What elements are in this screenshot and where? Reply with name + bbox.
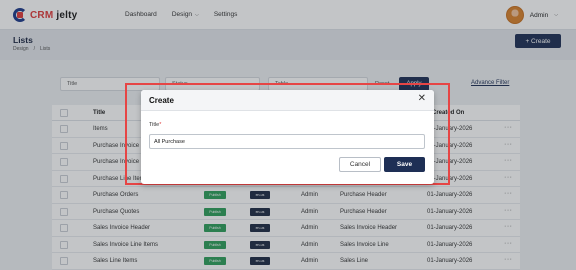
create-dialog: Create ✕ Title* Cancel Save xyxy=(141,90,434,184)
title-input[interactable] xyxy=(149,134,425,149)
dialog-title: Create xyxy=(149,96,174,105)
close-icon[interactable]: ✕ xyxy=(418,94,426,104)
dialog-header: Create ✕ xyxy=(141,90,434,111)
cancel-button[interactable]: Cancel xyxy=(339,157,381,172)
required-mark: * xyxy=(159,122,162,128)
title-label-text: Title xyxy=(149,122,160,128)
save-button[interactable]: Save xyxy=(384,157,425,172)
title-field-label: Title* xyxy=(149,122,161,128)
